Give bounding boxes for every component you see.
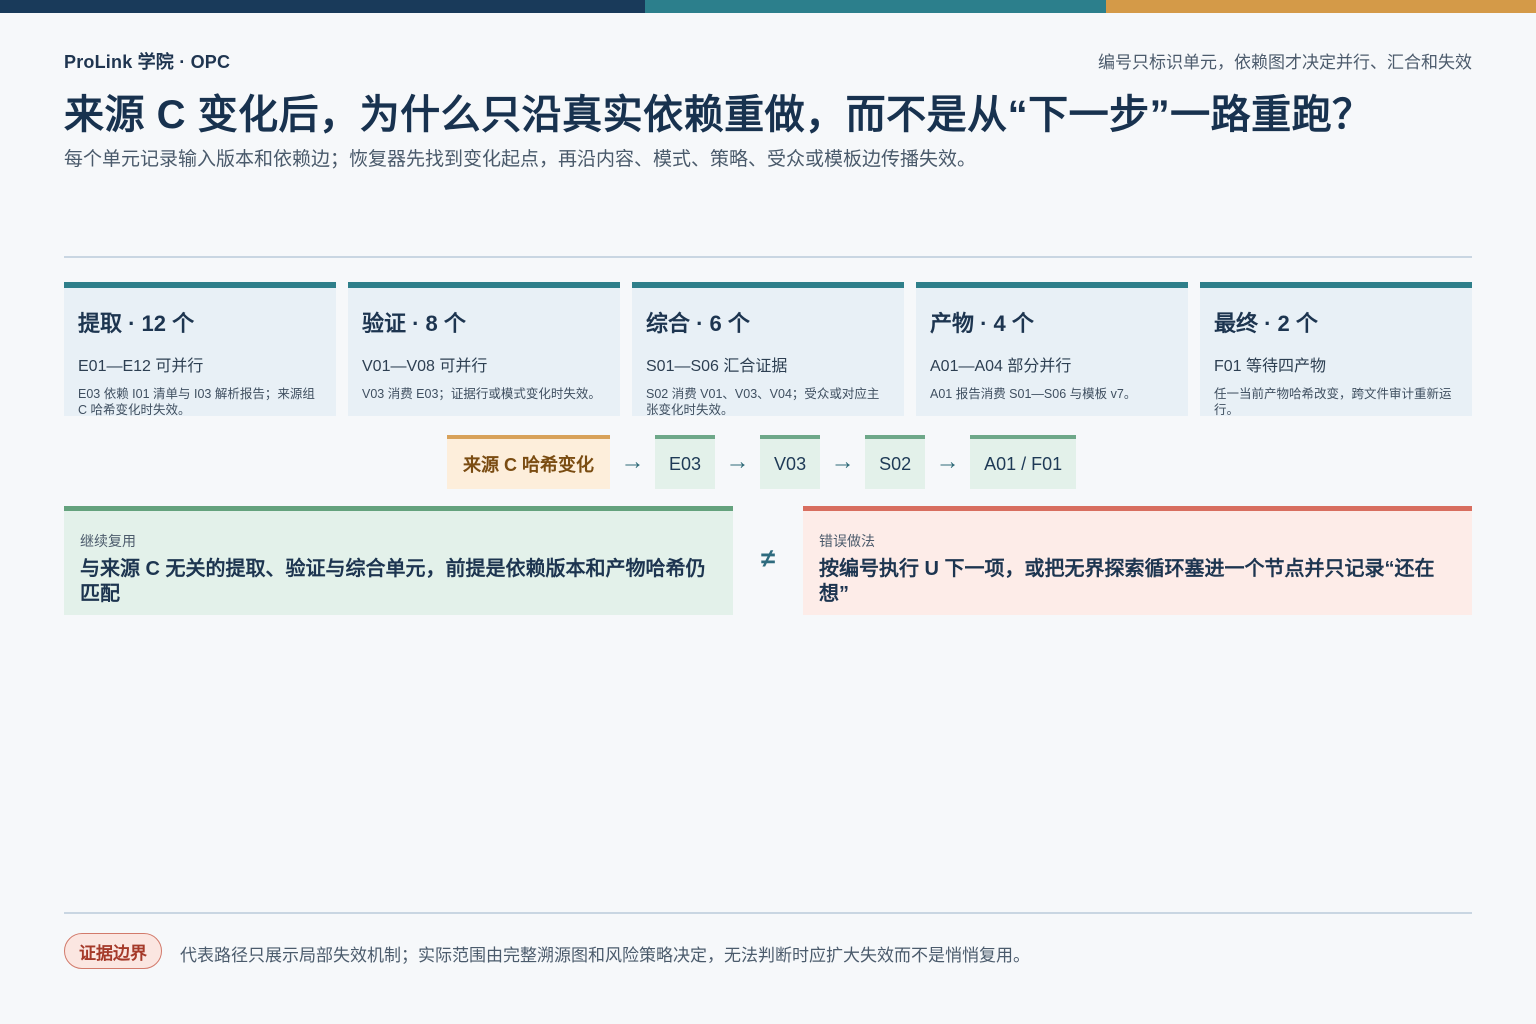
flow-step-chip: A01 / F01 bbox=[970, 435, 1077, 489]
stage-card-final: 最终 · 2 个 F01 等待四产物 任一当前产物哈希改变，跨文件审计重新运行。 bbox=[1200, 282, 1472, 416]
arrow-right-icon: → bbox=[620, 448, 645, 475]
flow-step-chip: S02 bbox=[865, 435, 926, 489]
stage-range: E01—E12 可并行 bbox=[78, 358, 204, 375]
flow-step-chip: V03 bbox=[760, 435, 821, 489]
top-color-bar bbox=[0, 0, 1536, 13]
stage-note: A01 报告消费 S01—S06 与模板 v7。 bbox=[930, 387, 1137, 401]
stage-card-artifact: 产物 · 4 个 A01—A04 部分并行 A01 报告消费 S01—S06 与… bbox=[916, 282, 1188, 416]
stage-card-extract: 提取 · 12 个 E01—E12 可并行 E03 依赖 I01 清单与 I03… bbox=[64, 282, 336, 416]
not-equal-icon: ≠ bbox=[760, 543, 776, 573]
arrow-right-icon: → bbox=[830, 448, 855, 475]
arrow-right-icon: → bbox=[935, 448, 960, 475]
wrong-text: 按编号执行 U 下一项，或把无界探索循环塞进一个节点并只记录“还在想” bbox=[819, 558, 1435, 605]
header-tagline: 编号只标识单元，依赖图才决定并行、汇合和失效 bbox=[1098, 53, 1472, 72]
evidence-boundary-badge: 证据边界 bbox=[64, 933, 162, 969]
page-subtitle: 每个单元记录输入版本和依赖边；恢复器先找到变化起点，再沿内容、模式、策略、受众或… bbox=[64, 149, 977, 170]
page-title: 来源 C 变化后，为什么只沿真实依赖重做，而不是从“下一步”一路重跑？ bbox=[64, 93, 1373, 137]
wrong-approach-card: 错误做法 按编号执行 U 下一项，或把无界探索循环塞进一个节点并只记录“还在想” bbox=[803, 506, 1472, 615]
wrong-label: 错误做法 bbox=[819, 533, 875, 549]
stage-range: V01—V08 可并行 bbox=[362, 358, 488, 375]
stage-note: V03 消费 E03；证据行或模式变化时失效。 bbox=[362, 387, 601, 401]
flow-source-chip: 来源 C 哈希变化 bbox=[447, 435, 611, 489]
invalidation-path: 来源 C 哈希变化 → E03 → V03 → S02 → A01 / F01 bbox=[447, 435, 1077, 489]
stage-range: F01 等待四产物 bbox=[1214, 358, 1327, 375]
reuse-text: 与来源 C 无关的提取、验证与综合单元，前提是依赖版本和产物哈希仍匹配 bbox=[80, 558, 706, 605]
stage-title: 产物 · 4 个 bbox=[930, 311, 1034, 336]
top-bar-gold bbox=[1106, 0, 1536, 13]
top-bar-teal bbox=[645, 0, 1106, 13]
stage-row: 提取 · 12 个 E01—E12 可并行 E03 依赖 I01 清单与 I03… bbox=[64, 282, 1472, 416]
footer-note: 代表路径只展示局部失效机制；实际范围由完整溯源图和风险策略决定，无法判断时应扩大… bbox=[180, 946, 1030, 965]
brand-label: ProLink 学院 · OPC bbox=[64, 52, 231, 72]
stage-card-verify: 验证 · 8 个 V01—V08 可并行 V03 消费 E03；证据行或模式变化… bbox=[348, 282, 620, 416]
arrow-right-icon: → bbox=[725, 448, 750, 475]
flow-step-chip: E03 bbox=[655, 435, 716, 489]
stage-card-synthesize: 综合 · 6 个 S01—S06 汇合证据 S02 消费 V01、V03、V04… bbox=[632, 282, 904, 416]
reuse-card: 继续复用 与来源 C 无关的提取、验证与综合单元，前提是依赖版本和产物哈希仍匹配 bbox=[64, 506, 733, 615]
stage-range: S01—S06 汇合证据 bbox=[646, 358, 788, 375]
stage-title: 验证 · 8 个 bbox=[362, 311, 466, 336]
top-bar-navy bbox=[0, 0, 645, 13]
bottom-divider bbox=[64, 912, 1472, 914]
stage-note: 任一当前产物哈希改变，跨文件审计重新运行。 bbox=[1214, 387, 1452, 416]
stage-range: A01—A04 部分并行 bbox=[930, 358, 1072, 375]
stage-title: 综合 · 6 个 bbox=[646, 311, 750, 336]
top-divider bbox=[64, 256, 1472, 258]
reuse-label: 继续复用 bbox=[80, 533, 136, 549]
stage-note: E03 依赖 I01 清单与 I03 解析报告；来源组 C 哈希变化时失效。 bbox=[78, 387, 315, 416]
stage-title: 最终 · 2 个 bbox=[1214, 311, 1318, 336]
stage-note: S02 消费 V01、V03、V04；受众或对应主张变化时失效。 bbox=[646, 387, 880, 416]
stage-title: 提取 · 12 个 bbox=[78, 311, 195, 336]
